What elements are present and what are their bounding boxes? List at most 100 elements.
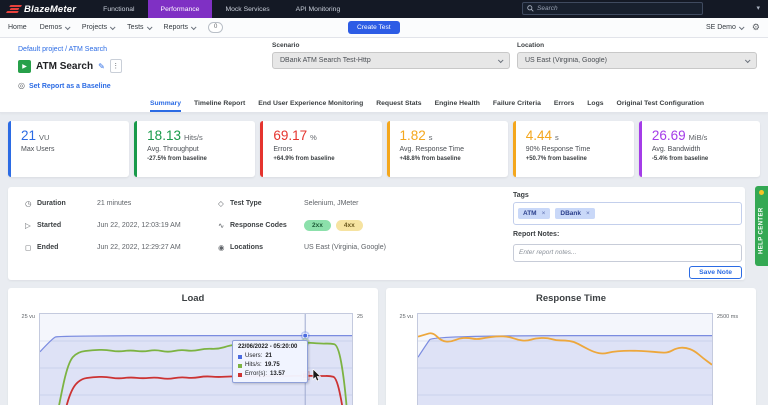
clock-icon: ◷ [25, 198, 32, 208]
load-chart-card: Load 25 vu 22/06/2022 - 05:20:00 Users: 2… [8, 288, 378, 405]
set-baseline-link[interactable]: Set Report as a Baseline [29, 83, 111, 90]
kpi-row: 21 VU Max Users 18.13 Hits/s Avg. Throughp… [8, 121, 761, 177]
blazemeter-logo[interactable]: BlazeMeter [0, 0, 90, 18]
kpi-90-response-time: 4.44 s 90% Response Time +50.7% from base… [512, 121, 634, 177]
load-y-axis-right: 25 [357, 314, 364, 320]
help-center-tab[interactable]: HELP CENTER [755, 186, 768, 266]
chart-tooltip: 22/06/2022 - 05:20:00 Users: 21 Hits/s: 19… [232, 340, 308, 383]
stop-icon: ◻ [25, 242, 32, 252]
charts-row: Load 25 vu 22/06/2022 - 05:20:00 Users: 2… [8, 288, 756, 405]
response-codes-row: ∿ Response Codes 2xx 4xx [218, 219, 386, 231]
kpi-avg-throughput: 18.13 Hits/s Avg. Throughput -27.5% from … [134, 121, 256, 177]
search-input[interactable] [537, 5, 698, 12]
tab-summary[interactable]: Summary [150, 94, 181, 112]
chevron-down-icon [738, 23, 745, 30]
response-time-chart-card: Response Time 25 vu 2500 ms [386, 288, 756, 405]
search-box[interactable] [522, 2, 703, 15]
save-note-button[interactable]: Save Note [689, 265, 742, 279]
tab-errors[interactable]: Errors [554, 94, 574, 112]
started-row: ▷ Started Jun 22, 2022, 12:03:19 AM [25, 220, 181, 230]
chevron-down-icon [64, 23, 71, 30]
load-chart-plot[interactable]: 22/06/2022 - 05:20:00 Users: 21 Hits/s: 19… [39, 313, 353, 405]
gear-icon[interactable]: ⚙ [752, 23, 760, 32]
chevron-down-icon [110, 23, 116, 30]
nav-tests[interactable]: Tests [127, 23, 153, 31]
load-y-axis-left: 25 vu [21, 314, 35, 320]
tab-request-stats[interactable]: Request Stats [376, 94, 421, 112]
edit-title-icon[interactable]: ✎ [98, 62, 105, 71]
locations-row: ◉ Locations US East (Virginia, Google) [218, 242, 386, 252]
account-chevron-down-icon[interactable]: ▾ [756, 5, 760, 12]
location-select[interactable]: US East (Virginia, Google) [517, 52, 757, 69]
nav-projects[interactable]: Projects [82, 23, 116, 31]
mouse-cursor-icon [312, 369, 322, 382]
kpi-avg-response-time: 1.82 s Avg. Response Time +48.8% from bas… [386, 121, 508, 177]
status-badge-2xx: 2xx [304, 219, 331, 231]
tooltip-hits-row: Hits/s: 19.75 [238, 361, 302, 370]
scenario-select[interactable]: DBank ATM Search Test-Http [272, 52, 510, 69]
tag-chip-dbank: DBank × [555, 208, 595, 219]
reports-count-badge: 0 [208, 22, 224, 33]
blazemeter-logo-icon [5, 5, 23, 13]
scenario-label: Scenario [272, 42, 300, 49]
tooltip-errors-row: Error(s): 13.57 [238, 370, 302, 379]
breadcrumb[interactable]: Default project / ATM Search [18, 46, 107, 53]
tab-logs[interactable]: Logs [587, 94, 603, 112]
ended-row: ◻ Ended Jun 22, 2022, 12:29:27 AM [25, 242, 181, 252]
nav-functional[interactable]: Functional [90, 0, 147, 18]
load-chart-title: Load [181, 293, 205, 304]
search-icon [527, 5, 534, 12]
account-menu[interactable]: SE Demo [706, 23, 745, 31]
tab-engine-health[interactable]: Engine Health [435, 94, 480, 112]
page-title: ATM Search [36, 60, 94, 72]
response-time-chart-title: Response Time [535, 293, 607, 304]
lightbulb-icon [759, 190, 764, 195]
nav-reports[interactable]: Reports [164, 23, 197, 31]
nav-mock-services[interactable]: Mock Services [212, 0, 282, 18]
response-time-chart-plot[interactable] [417, 313, 713, 405]
report-tabs: Summary Timeline Report End User Experie… [0, 94, 768, 113]
location-label: Location [517, 42, 545, 49]
brand-name: BlazeMeter [24, 3, 77, 15]
tab-original-test-configuration[interactable]: Original Test Configuration [617, 94, 704, 112]
remove-tag-icon[interactable]: × [586, 210, 590, 217]
response-y-axis-left: 25 vu [399, 314, 413, 320]
chevron-down-icon [744, 56, 751, 63]
create-test-button[interactable]: Create Test [348, 21, 400, 34]
series-dot [238, 354, 242, 359]
more-options-button[interactable]: ⋮ [109, 59, 122, 73]
location-pin-icon: ◉ [218, 242, 225, 252]
tab-failure-criteria[interactable]: Failure Criteria [493, 94, 541, 112]
tab-end-user-experience[interactable]: End User Experience Monitoring [258, 94, 363, 112]
kpi-errors: 69.17% Errors +64.9% from baseline [260, 121, 382, 177]
kpi-avg-bandwidth: 26.69 MiB/s Avg. Bandwidth -5.4% from bas… [638, 121, 761, 177]
pulse-icon: ∿ [218, 220, 225, 230]
response-y-axis-right: 2500 ms [717, 314, 739, 320]
baseline-icon: ◎ [18, 81, 25, 90]
run-test-button[interactable]: ▶ [18, 59, 31, 73]
nav-performance[interactable]: Performance [147, 0, 213, 18]
tag-chip-atm: ATM × [518, 208, 551, 219]
duration-row: ◷ Duration 21 minutes [25, 198, 132, 208]
report-notes-input[interactable] [513, 243, 742, 262]
tag-icon: ◇ [218, 198, 224, 208]
nav-home[interactable]: Home [8, 24, 27, 31]
report-header: Default project / ATM Search ▶ ATM Searc… [0, 38, 768, 113]
test-details-panel: ◷ Duration 21 minutes ▷ Started Jun 22, … [8, 187, 745, 280]
tab-timeline-report[interactable]: Timeline Report [194, 94, 245, 112]
play-outline-icon: ▷ [25, 220, 31, 230]
tooltip-users-row: Users: 21 [238, 352, 302, 361]
top-navbar: BlazeMeter Functional Performance Mock S… [0, 0, 768, 18]
status-badge-4xx: 4xx [335, 219, 363, 231]
nav-demos[interactable]: Demos [40, 23, 71, 31]
kpi-max-users: 21 VU Max Users [8, 121, 130, 177]
series-dot [238, 363, 242, 368]
nav-api-monitoring[interactable]: API Monitoring [283, 0, 354, 18]
sub-navbar: Home Demos Projects Tests Reports 0 Crea… [0, 18, 768, 38]
tags-label: Tags [513, 192, 529, 199]
remove-tag-icon[interactable]: × [542, 210, 546, 217]
series-dot [238, 372, 242, 377]
test-type-row: ◇ Test Type Selenium, JMeter [218, 198, 359, 208]
tags-input[interactable]: ATM × DBank × [513, 202, 742, 225]
chevron-down-icon [190, 23, 197, 30]
